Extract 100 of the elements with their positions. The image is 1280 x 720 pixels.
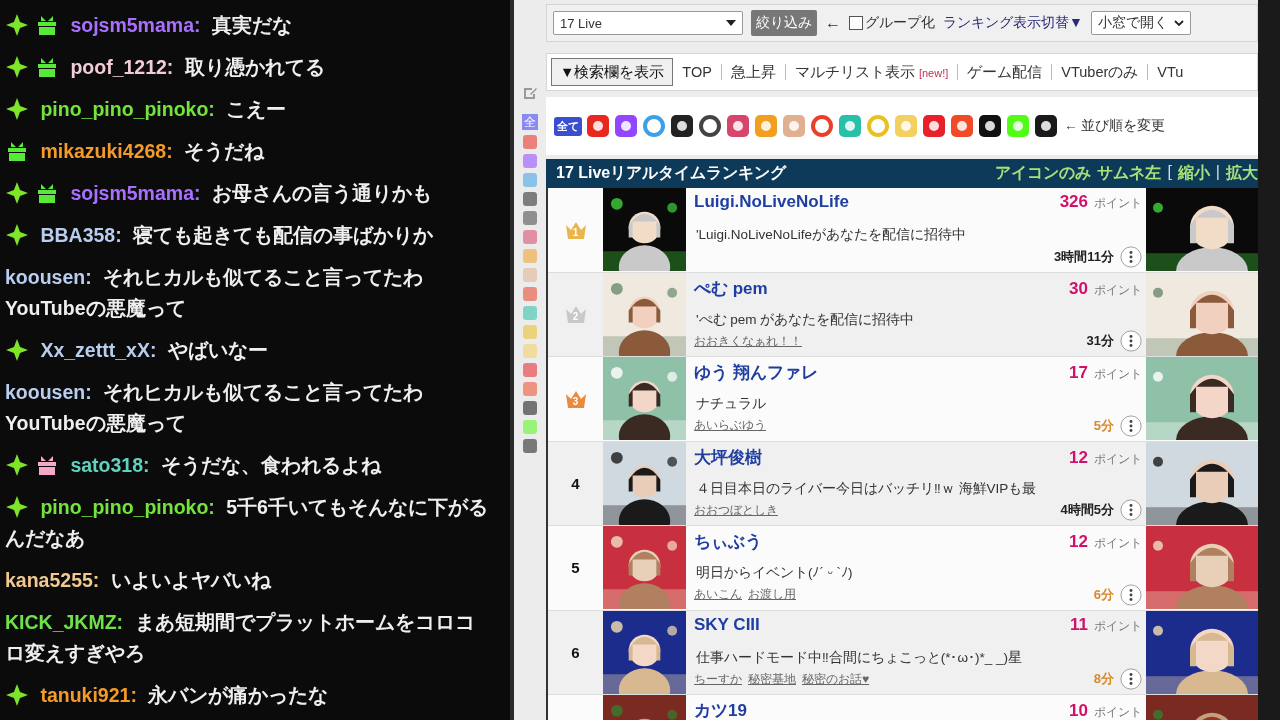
- platform-icon[interactable]: [978, 114, 1002, 138]
- points-unit: ポイント: [1094, 617, 1142, 635]
- stream-title: 'Luigi.NoLiveNoLifeがあなたを配信に招待中: [695, 226, 967, 244]
- rank-number: 6: [571, 643, 580, 661]
- more-icon[interactable]: [1120, 499, 1142, 521]
- platform-icon[interactable]: [698, 114, 722, 138]
- sparkle-icon: [5, 683, 29, 707]
- streamer-name-link[interactable]: Luigi.NoLiveNoLife: [694, 192, 1060, 212]
- chat-message: BBA358: 寝ても起きても配信の事ばかりか: [5, 220, 490, 251]
- stream-title: ４日目本日のライバー今日はバッチリ‼ｗ 海鮮VIPも最: [695, 479, 1038, 498]
- size-link[interactable]: 縮小: [1177, 163, 1210, 184]
- tag-link[interactable]: ちーすか: [694, 670, 742, 688]
- streamer-name-link[interactable]: 大坪俊樹: [694, 445, 1070, 469]
- ranking-title: 17 Liveリアルタイムランキング: [556, 163, 787, 183]
- scrollbar[interactable]: [1258, 0, 1280, 720]
- sparkle-icon: [5, 181, 29, 205]
- tag-link[interactable]: 秘密基地: [748, 670, 796, 688]
- points-value: 11: [1070, 614, 1088, 635]
- ranking-row[interactable]: 5 ちぃぶう 12 ポイント 明日からイベント(ﾉ´ ᵕ `ﾉ) あいこん お渡し用 6分: [548, 526, 1258, 611]
- ranking-row[interactable]: 4 大坪俊樹 12 ポイント ４日目本日のライバー今日はバッチリ‼ｗ 海鮮VIPも最 おおつぼとしき 4時間5分: [548, 441, 1258, 526]
- elapsed-time: 5分: [1093, 416, 1114, 435]
- points-unit: ポイント: [1094, 535, 1142, 552]
- ranking-row[interactable]: カツ19 10 ポイント: [548, 695, 1258, 720]
- elapsed-time: 4時間5分: [1060, 501, 1114, 519]
- points-value: 326: [1059, 192, 1088, 212]
- chat-message: mikazuki4268: そうだね: [5, 136, 490, 167]
- view-link[interactable]: サムネ左: [1097, 163, 1162, 184]
- streamer-name-link[interactable]: SKY CIII: [694, 614, 1070, 635]
- tag-link[interactable]: 秘密のお話♥: [802, 670, 870, 688]
- rank-number: 5: [571, 559, 580, 577]
- points-value: 12: [1069, 447, 1088, 468]
- chat-message: pino_pino_pinoko: 5千6千いてもそんなに下がるんだなあ: [5, 494, 489, 551]
- size-link[interactable]: 拡大: [1226, 163, 1258, 184]
- sparkle-icon: [5, 13, 29, 37]
- tag-link[interactable]: あいらぶゆう: [694, 417, 766, 434]
- tag-link[interactable]: あいこん: [694, 586, 742, 603]
- group-checkbox[interactable]: グループ化: [849, 14, 935, 32]
- nav-link[interactable]: 急上昇: [730, 62, 776, 82]
- chat-message: sojsm5mama: お母さんの言う通りかも: [5, 178, 490, 209]
- sparkle-icon: [5, 223, 29, 247]
- ranking-row[interactable]: 3 ゆう 翔んファレ 17 ポイント ナチュラル あいらぶゆう 5分: [548, 357, 1258, 442]
- sparkle-icon: [5, 495, 29, 519]
- more-icon[interactable]: [1120, 245, 1142, 268]
- open-select[interactable]: 小窓で開く: [1090, 11, 1191, 35]
- rank-number: 4: [571, 474, 580, 492]
- points-unit: ポイント: [1094, 366, 1142, 383]
- sparkle-icon: [5, 453, 29, 477]
- streamer-name-link[interactable]: ゆう 翔んファレ: [694, 361, 1070, 384]
- points-unit: ポイント: [1094, 450, 1142, 468]
- chat-message: poof_1212: 取り憑かれてる: [5, 52, 490, 83]
- points-unit: ポイント: [1094, 704, 1142, 720]
- platform-icon[interactable]: [670, 114, 694, 138]
- streamer-name-link[interactable]: カツ19: [694, 699, 1070, 720]
- sort-hint[interactable]: ← 並び順を変更: [1064, 117, 1166, 135]
- elapsed-time: 8分: [1093, 670, 1114, 688]
- search-toggle-button[interactable]: ▼検索欄を表示: [551, 58, 674, 86]
- streamer-name-link[interactable]: ちぃぶう: [694, 530, 1070, 553]
- more-icon[interactable]: [1120, 330, 1142, 352]
- points-value: 12: [1069, 532, 1088, 552]
- nav-link[interactable]: マルチリスト表示 [new!]: [794, 62, 949, 82]
- nav-link[interactable]: VTuberのみ: [1061, 62, 1139, 82]
- chat-message: tanuki921: 永バンが痛かったな: [5, 680, 490, 711]
- platform-select[interactable]: 17 Live: [553, 11, 743, 35]
- all-platforms-button[interactable]: 全て: [554, 116, 582, 136]
- more-icon[interactable]: [1120, 668, 1142, 690]
- more-icon[interactable]: [1120, 414, 1142, 437]
- points-value: 10: [1069, 701, 1088, 720]
- chat-message: sojsm5mama: 真実だな: [5, 10, 490, 41]
- sparkle-icon: [5, 55, 29, 79]
- more-icon[interactable]: [1120, 583, 1142, 606]
- nav-link[interactable]: VTu: [1157, 64, 1184, 80]
- tag-link[interactable]: おおきくなぁれ！！: [694, 332, 802, 350]
- stream-title: 明日からイベント(ﾉ´ ᵕ `ﾉ): [695, 564, 854, 582]
- view-link[interactable]: アイコンのみ: [995, 163, 1092, 184]
- points-unit: ポイント: [1094, 281, 1142, 299]
- separator-text: |: [1215, 163, 1220, 182]
- chevron-icon[interactable]: [1173, 20, 1184, 26]
- ranking-row[interactable]: 6 SKY CIII 11 ポイント 仕事ハードモード中‼合間にちょこっと(*･ω･)*_ _)星 ちーすか 秘密基地 秘密のお話♥ 8分: [548, 610, 1258, 695]
- nav-link[interactable]: TOP: [682, 64, 712, 80]
- platform-icon[interactable]: [1034, 114, 1058, 138]
- sparkle-icon: [5, 338, 29, 362]
- elapsed-time: 31分: [1086, 332, 1114, 350]
- caret-icon[interactable]: [726, 20, 736, 26]
- bracket-text: [: [1167, 163, 1172, 182]
- edit-icon[interactable]: [522, 85, 538, 101]
- chat-message: kana5255: いよいよヤバいね: [5, 568, 273, 593]
- nav-link[interactable]: ゲーム配信: [967, 62, 1043, 82]
- tag-link[interactable]: お渡し用: [748, 586, 796, 603]
- tag-link[interactable]: おおつぼとしき: [694, 501, 778, 519]
- filter-button[interactable]: 絞り込み: [751, 10, 817, 36]
- ranking-toggle-link[interactable]: ランキング表示切替▼: [943, 14, 1083, 32]
- streamer-name-link[interactable]: ぺむ pem: [694, 276, 1070, 300]
- chat-message: sato318: そうだな、食われるよね: [5, 450, 490, 481]
- chat-message: koousen: それヒカルも似てること言ってたわYouTubeの悪魔って: [5, 265, 425, 321]
- chat-message: KICK_JKMZ: まあ短期間でプラットホームをコロコロ変えすぎやろ: [5, 610, 476, 666]
- elapsed-time: 6分: [1093, 585, 1114, 604]
- new-label: [new!]: [918, 66, 949, 79]
- ranking-row[interactable]: 1 Luigi.NoLiveNoLife 326 ポイント 'Luigi.NoLiveNoLifeがあなたを配信に招待中 3時間11分: [548, 188, 1258, 273]
- stream-title: ナチュラル: [695, 395, 767, 413]
- arrow-text: ←: [825, 14, 841, 32]
